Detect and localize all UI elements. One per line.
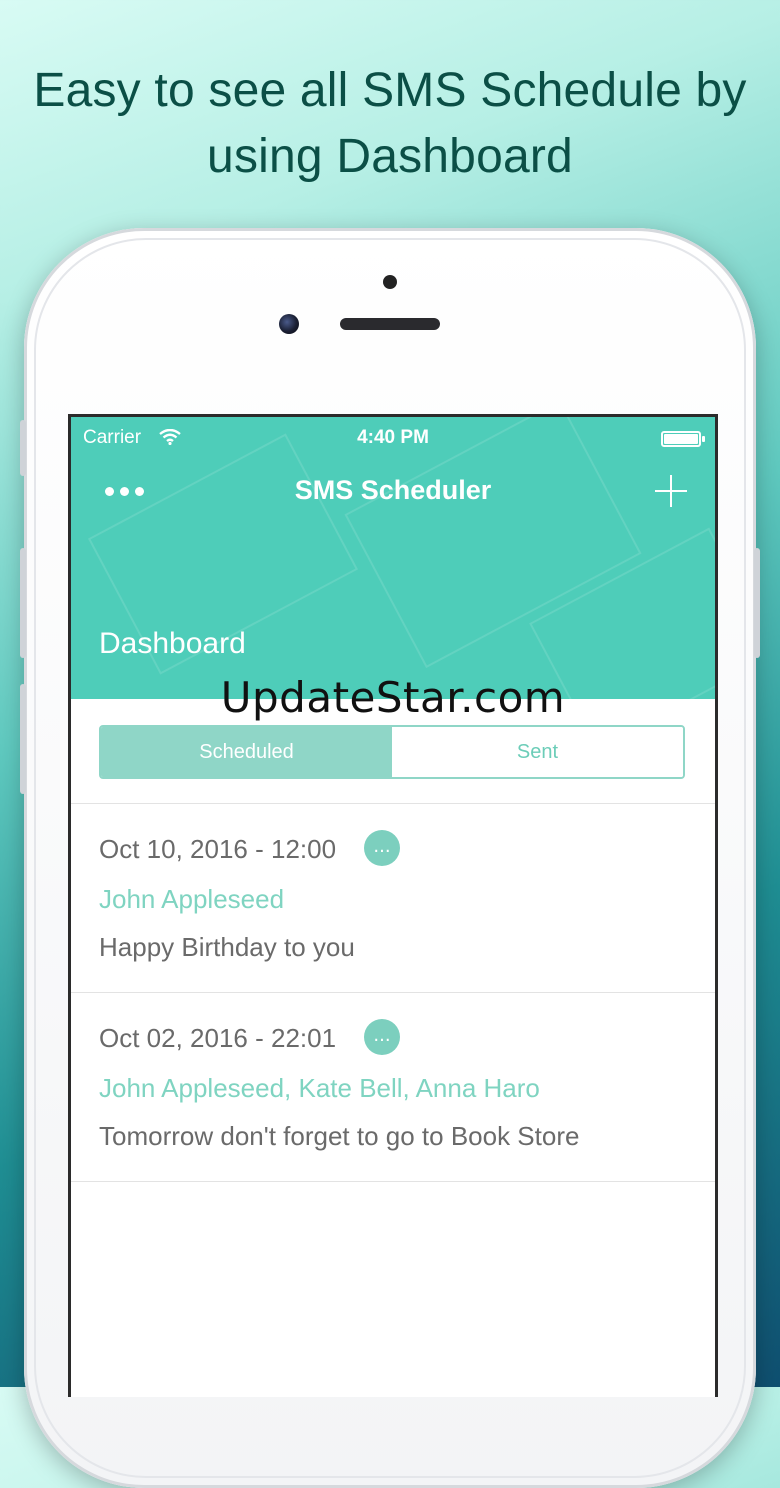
message-recipients: John Appleseed, Kate Bell, Anna Haro xyxy=(99,1073,540,1103)
navigation-bar: SMS Scheduler xyxy=(71,469,715,513)
message-text: Tomorrow don't forget to go to Book Stor… xyxy=(99,1121,580,1151)
message-text: Happy Birthday to you xyxy=(99,932,355,962)
phone-mute-switch xyxy=(20,420,26,476)
app-screen: Carrier 4:40 PM SMS Scheduler Dashboard … xyxy=(68,414,718,1397)
tab-scheduled[interactable]: Scheduled xyxy=(101,727,392,777)
message-options-button[interactable]: ... xyxy=(364,830,400,866)
phone-power-button xyxy=(754,548,760,658)
list-item[interactable]: Oct 10, 2016 - 12:00 ... John Appleseed … xyxy=(71,803,715,992)
list-item[interactable]: Oct 02, 2016 - 22:01 ... John Appleseed,… xyxy=(71,992,715,1182)
phone-volume-down xyxy=(20,684,26,794)
nav-title: SMS Scheduler xyxy=(294,475,492,505)
status-bar: Carrier 4:40 PM xyxy=(71,427,715,453)
app-header: Carrier 4:40 PM SMS Scheduler Dashboard xyxy=(71,417,715,699)
phone-volume-up xyxy=(20,548,26,658)
promo-headline-line-1: Easy to see all SMS Schedule by xyxy=(33,64,747,117)
promo-headline: Easy to see all SMS Schedule by using Da… xyxy=(0,58,780,190)
earpiece-speaker xyxy=(340,318,440,330)
promo-headline-line-2: using Dashboard xyxy=(207,130,573,183)
dashboard-title: Dashboard xyxy=(99,627,246,660)
status-time: 4:40 PM xyxy=(357,427,429,448)
battery-icon xyxy=(661,431,705,447)
schedule-segmented-control: Scheduled Sent xyxy=(99,725,685,779)
message-datetime: Oct 02, 2016 - 22:01 xyxy=(99,1023,337,1053)
message-recipients: John Appleseed xyxy=(99,884,285,914)
message-options-button[interactable]: ... xyxy=(364,1019,400,1055)
front-camera xyxy=(279,314,299,334)
tab-sent[interactable]: Sent xyxy=(392,727,683,777)
proximity-sensor xyxy=(383,275,397,289)
message-list: Oct 10, 2016 - 12:00 ... John Appleseed … xyxy=(71,803,715,1182)
message-datetime: Oct 10, 2016 - 12:00 xyxy=(99,834,337,864)
watermark-text: UpdateStar.com xyxy=(220,673,566,722)
add-schedule-button[interactable] xyxy=(655,475,687,507)
